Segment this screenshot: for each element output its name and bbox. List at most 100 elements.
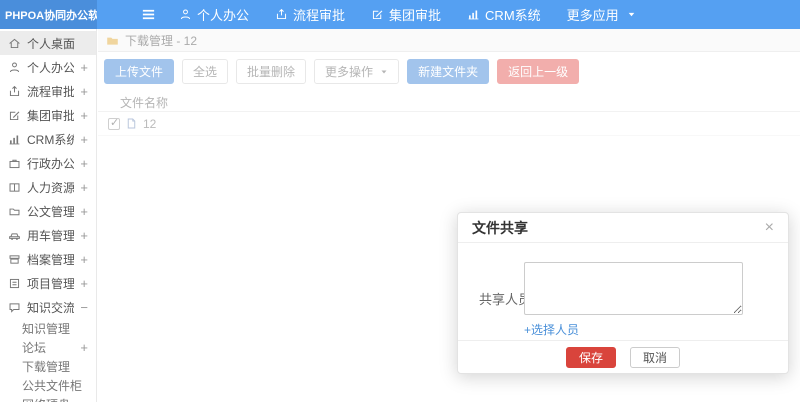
dialog-title: 文件共享 bbox=[472, 219, 528, 236]
dialog-body: 共享人员 +选择人员 bbox=[458, 243, 788, 340]
nav-menu-item[interactable]: CRM系统 bbox=[454, 0, 554, 29]
file-row[interactable]: 12 bbox=[98, 112, 800, 136]
file-table-header: 文件名称 bbox=[98, 93, 800, 112]
sidebar-subitem-label: 公共文件柜 bbox=[22, 379, 82, 393]
expand-toggle[interactable]: + bbox=[80, 132, 88, 147]
chat-icon bbox=[8, 301, 21, 314]
expand-toggle[interactable]: − bbox=[80, 300, 88, 315]
sidebar-item-label: 公文管理 bbox=[27, 204, 75, 219]
more-actions-label: 更多操作 bbox=[325, 65, 374, 79]
expand-toggle[interactable]: + bbox=[80, 228, 88, 243]
nav-menu-item[interactable]: 流程审批 bbox=[262, 0, 358, 29]
edit-icon bbox=[371, 8, 384, 21]
breadcrumb: 下载管理 - 12 bbox=[98, 29, 800, 52]
sidebar-subitem[interactable]: 论坛 + bbox=[0, 338, 96, 357]
proj-icon bbox=[8, 277, 21, 290]
nav-menu-item-label: 集团审批 bbox=[389, 8, 442, 23]
hamburger-icon bbox=[141, 7, 156, 22]
upload-file-button[interactable]: 上传文件 bbox=[104, 59, 175, 84]
dialog-header: 文件共享 × bbox=[458, 213, 788, 243]
toolbar: 上传文件 全选 批量删除 更多操作 新建文件夹 返回上一级 bbox=[98, 52, 800, 91]
home-icon bbox=[8, 37, 21, 50]
user-icon bbox=[8, 61, 21, 74]
sidebar-item[interactable]: 个人办公 + bbox=[0, 55, 96, 79]
sidebar-item[interactable]: 人力资源 + bbox=[0, 175, 96, 199]
sidebar-item-label: 行政办公 bbox=[27, 156, 75, 171]
nav-menu-item[interactable]: 个人办公 bbox=[166, 0, 262, 29]
sidebar-subitem-label: 网络硬盘 bbox=[22, 396, 82, 402]
select-all-button[interactable]: 全选 bbox=[182, 59, 229, 84]
choose-people-link[interactable]: +选择人员 bbox=[524, 321, 579, 338]
file-name-column-header: 文件名称 bbox=[120, 95, 169, 110]
row-checkbox[interactable] bbox=[108, 116, 120, 130]
sidebar-item-label: 流程审批 bbox=[27, 84, 75, 99]
sidebar-item-label: 个人办公 bbox=[27, 60, 75, 75]
go-back-button[interactable]: 返回上一级 bbox=[497, 59, 580, 84]
expand-toggle[interactable]: + bbox=[80, 340, 88, 355]
sidebar-item[interactable]: 用车管理 + bbox=[0, 223, 96, 247]
book-icon bbox=[8, 181, 21, 194]
sidebar: 个人桌面 个人办公 + 流程审批 + 集团审批 + CRM系统 + 行政办公 +… bbox=[0, 29, 97, 402]
brief-icon bbox=[8, 157, 21, 170]
sidebar-subitem-label: 论坛 bbox=[22, 341, 47, 355]
arch-icon bbox=[8, 253, 21, 266]
app-window: PHPOA协同办公软件 个人办公 流程审批 bbox=[0, 0, 800, 402]
expand-toggle[interactable]: + bbox=[80, 156, 88, 171]
sidebar-item-label: 项目管理 bbox=[27, 276, 75, 291]
sidebar-main-items: 个人桌面 个人办公 + 流程审批 + 集团审批 + CRM系统 + 行政办公 +… bbox=[0, 31, 96, 319]
share-people-textarea[interactable] bbox=[524, 262, 743, 315]
top-navbar: PHPOA协同办公软件 个人办公 流程审批 bbox=[0, 0, 800, 29]
main-menu: 个人办公 流程审批 集团审批 CRM系统 更多应用 bbox=[166, 0, 649, 29]
sidebar-item-label: 集团审批 bbox=[27, 108, 75, 123]
close-icon[interactable]: × bbox=[765, 219, 774, 236]
expand-toggle[interactable]: + bbox=[80, 252, 88, 267]
cancel-button[interactable]: 取消 bbox=[630, 346, 681, 368]
sidebar-item-label: 档案管理 bbox=[27, 252, 75, 267]
hamburger-menu-button[interactable] bbox=[141, 7, 156, 22]
nav-menu-item-label: CRM系统 bbox=[485, 8, 541, 23]
sidebar-item-label: 知识交流 bbox=[27, 300, 75, 315]
nav-menu-item[interactable]: 集团审批 bbox=[358, 0, 454, 29]
expand-toggle[interactable]: + bbox=[80, 204, 88, 219]
batch-delete-button[interactable]: 批量删除 bbox=[236, 59, 307, 84]
sidebar-submenu: 知识管理 论坛 + 下载管理 公共文件柜 bbox=[0, 319, 96, 402]
sidebar-subitem[interactable]: 知识管理 bbox=[0, 319, 96, 338]
flow-icon bbox=[275, 8, 288, 21]
new-folder-button[interactable]: 新建文件夹 bbox=[407, 59, 490, 84]
sidebar-subitem-label: 下载管理 bbox=[22, 360, 71, 374]
sidebar-item-label: 个人桌面 bbox=[27, 36, 76, 51]
expand-toggle[interactable]: + bbox=[80, 84, 88, 99]
dialog-footer: 保存 取消 bbox=[458, 340, 788, 373]
folder-icon bbox=[106, 34, 119, 47]
breadcrumb-text: 下载管理 - 12 bbox=[125, 33, 198, 48]
nav-menu-item[interactable]: 更多应用 bbox=[554, 0, 649, 29]
expand-toggle[interactable]: + bbox=[80, 108, 88, 123]
sidebar-subitem-label: 知识管理 bbox=[22, 322, 71, 336]
more-actions-dropdown[interactable]: 更多操作 bbox=[314, 59, 400, 84]
sidebar-item[interactable]: 档案管理 + bbox=[0, 247, 96, 271]
sidebar-subitem[interactable]: 公共文件柜 bbox=[0, 376, 96, 395]
sidebar-item[interactable]: 流程审批 + bbox=[0, 79, 96, 103]
sidebar-item-label: CRM系统 bbox=[27, 132, 75, 147]
flow-icon bbox=[8, 85, 21, 98]
file-icon bbox=[125, 117, 138, 130]
sidebar-item[interactable]: CRM系统 + bbox=[0, 127, 96, 151]
sidebar-item[interactable]: 集团审批 + bbox=[0, 103, 96, 127]
sidebar-item[interactable]: 项目管理 + bbox=[0, 271, 96, 295]
save-button[interactable]: 保存 bbox=[565, 346, 616, 368]
sidebar-item[interactable]: 公文管理 + bbox=[0, 199, 96, 223]
expand-toggle[interactable]: + bbox=[80, 60, 88, 75]
file-table-body: 12 bbox=[98, 112, 800, 136]
sidebar-item[interactable]: 行政办公 + bbox=[0, 151, 96, 175]
sidebar-subitem[interactable]: 网络硬盘 bbox=[0, 395, 96, 402]
sidebar-subitem[interactable]: 下载管理 bbox=[0, 357, 96, 376]
nav-menu-item-label: 个人办公 bbox=[197, 8, 250, 23]
caret-down-icon bbox=[380, 68, 388, 76]
expand-toggle[interactable]: + bbox=[80, 276, 88, 291]
car-icon bbox=[8, 229, 21, 242]
sidebar-item[interactable]: 知识交流 − bbox=[0, 295, 96, 319]
app-logo: PHPOA协同办公软件 bbox=[0, 0, 97, 29]
sidebar-item[interactable]: 个人桌面 bbox=[0, 31, 96, 55]
sidebar-item-label: 人力资源 bbox=[27, 180, 75, 195]
expand-toggle[interactable]: + bbox=[80, 180, 88, 195]
